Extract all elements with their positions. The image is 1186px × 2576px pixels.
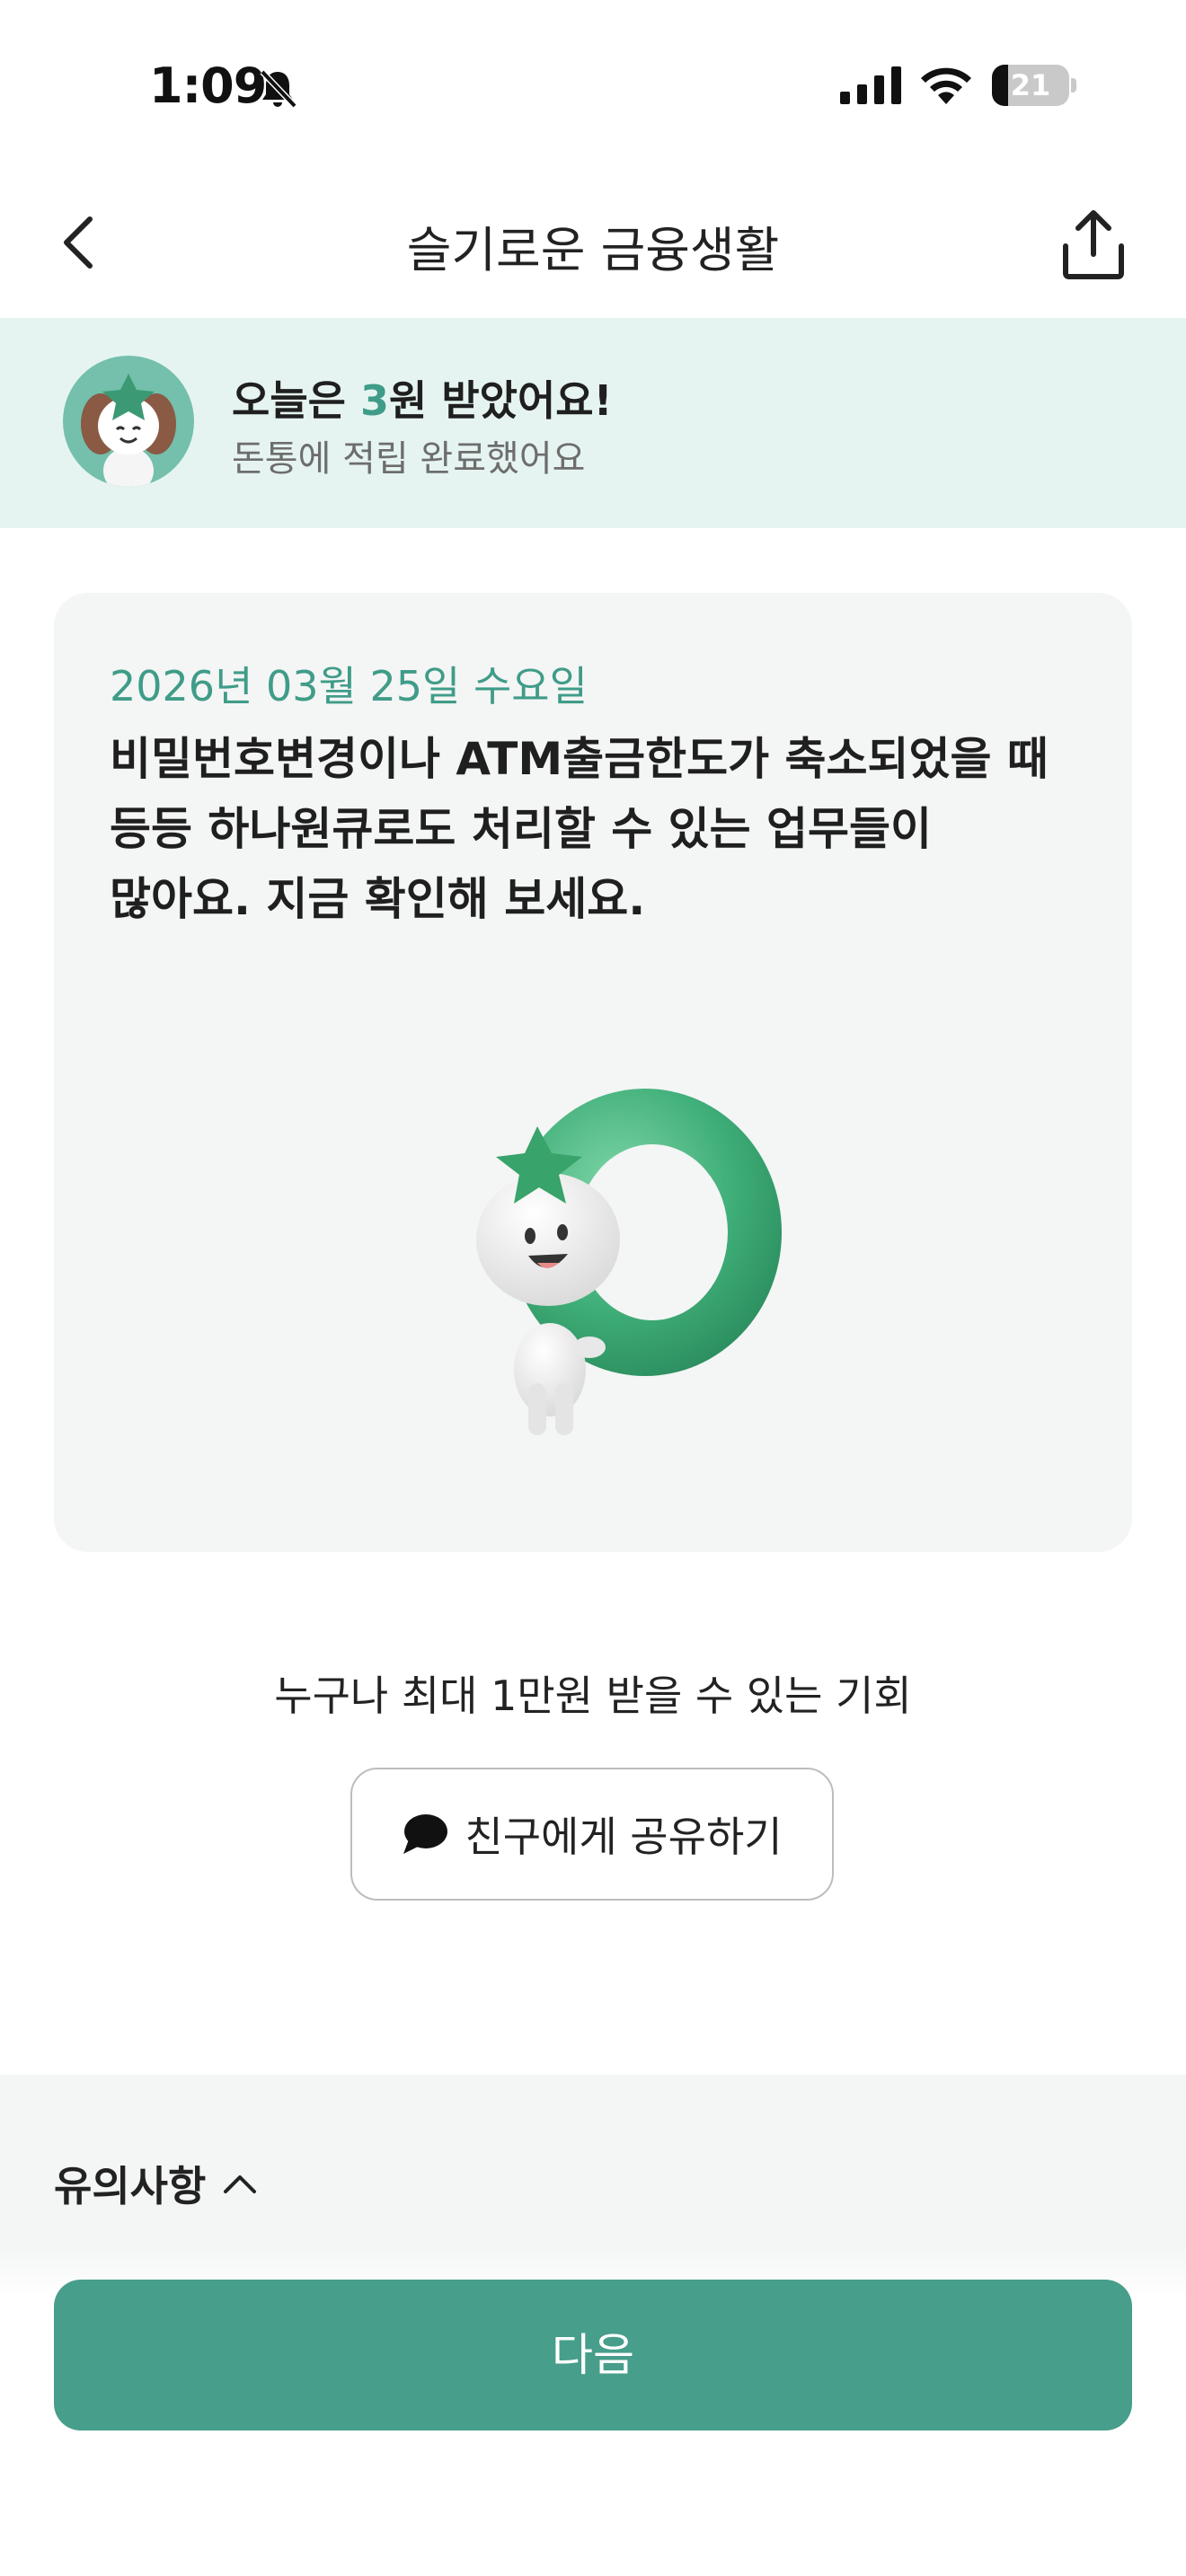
card-message-line: 많아요. 지금 확인해 보세요. [110,873,646,925]
avatar [63,356,194,487]
chat-bubble-icon [403,1814,448,1854]
card-date: 2026년 03월 25일 수요일 [110,662,588,710]
card-message: 비밀번호변경이나 ATM출금한도가 축소되었을 때 등등 하나원큐로도 처리할 … [110,724,1098,934]
cellular-signal-icon [840,66,901,104]
page-title: 슬기로운 금융생활 [406,222,780,278]
bell-slash-icon [260,69,297,109]
chevron-up-icon [224,2175,257,2193]
reward-banner: 오늘은 3원 받았어요! 돈통에 적립 완료했어요 [0,318,1186,528]
status-bar: 1:09 21 [0,0,1186,171]
notice-label: 유의사항 [54,2162,207,2210]
battery-indicator: 21 [992,65,1076,106]
reward-subtitle: 돈통에 적립 완료했어요 [232,438,586,480]
wifi-icon [921,67,971,104]
share-upload-icon[interactable] [1053,205,1134,286]
mascot-illustration [476,1089,782,1435]
share-with-friend-label: 친구에게 공유하기 [465,1813,783,1861]
invite-text: 누구나 최대 1만원 받을 수 있는 기회 [274,1672,912,1720]
reward-title: 오늘은 3원 받았어요! [232,368,613,428]
battery-level-text: 21 [1010,68,1051,102]
reward-prefix: 오늘은 [232,376,360,425]
reward-suffix: 원 받았어요! [389,376,613,425]
nav-bar: 슬기로운 금융생활 [0,171,1186,318]
reward-amount: 3 [359,376,389,425]
battery-cap [1071,78,1076,93]
battery-body: 21 [992,65,1069,106]
notice-toggle[interactable]: 유의사항 [54,2154,258,2213]
status-time: 1:09 [149,57,267,114]
next-button[interactable]: 다음 [54,2280,1132,2430]
card-message-line: 비밀번호변경이나 ATM출금한도가 축소되었을 때 [110,733,1049,785]
mascot-avatar-image [81,374,176,487]
share-with-friend-button[interactable]: 친구에게 공유하기 [350,1768,834,1901]
card-message-line: 등등 하나원큐로도 처리할 수 있는 업무들이 [110,803,933,855]
content-card: 2026년 03월 25일 수요일 비밀번호변경이나 ATM출금한도가 축소되었… [54,593,1132,1552]
